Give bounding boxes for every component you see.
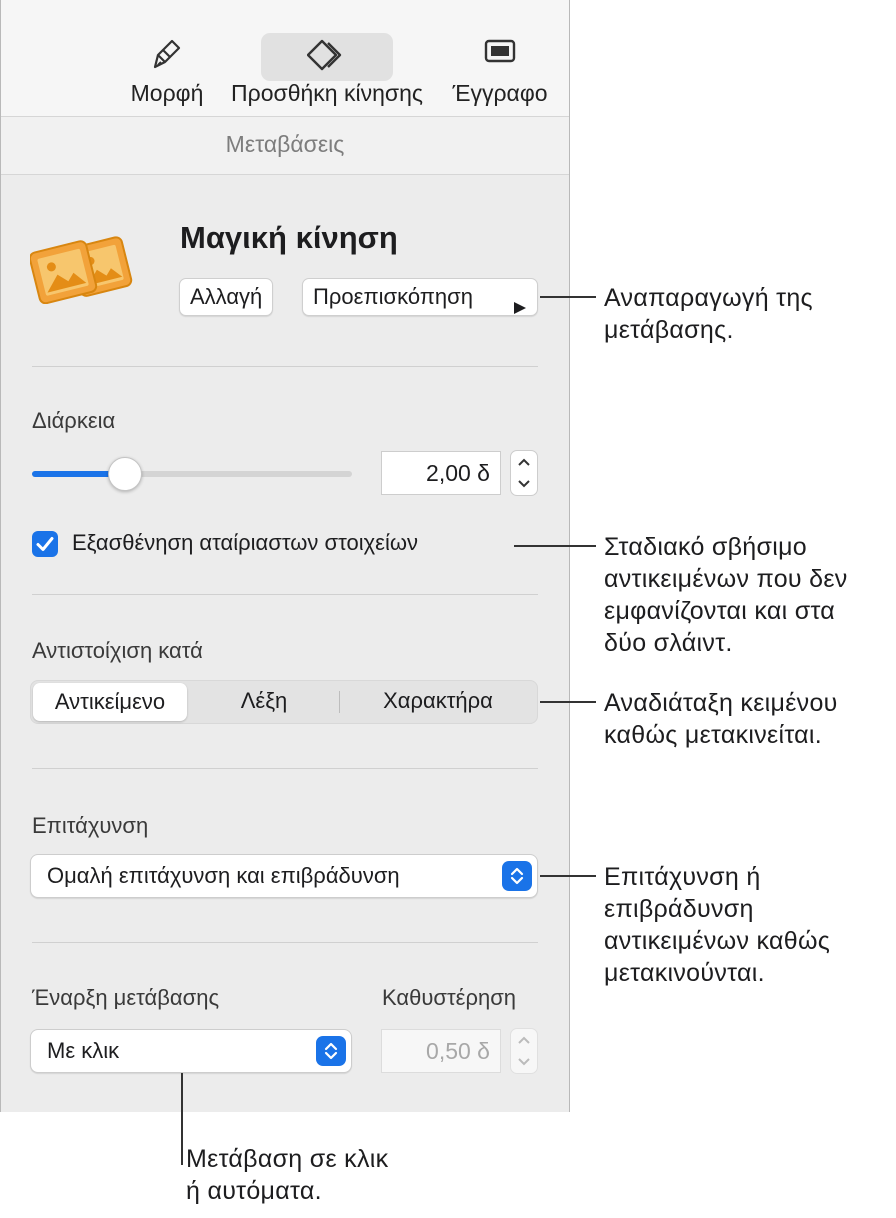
leader-line-match — [540, 701, 596, 703]
fade-checkbox[interactable] — [32, 531, 58, 557]
duration-slider-track[interactable] — [32, 471, 352, 477]
preview-button-label: Προεπισκόπηση — [313, 284, 473, 309]
fade-label[interactable]: Εξασθένηση αταίριαστων στοιχείων — [72, 530, 418, 556]
duration-stepper[interactable] — [510, 450, 538, 496]
segment-object[interactable]: Αντικείμενο — [33, 683, 187, 721]
duration-slider-knob[interactable] — [107, 457, 142, 491]
divider-4 — [32, 942, 538, 943]
acceleration-value: Ομαλή επιτάχυνση και επιβράδυνση — [47, 863, 400, 888]
callout-preview: Αναπαραγωγή της μετάβασης. — [604, 284, 813, 344]
segment-separator — [339, 691, 340, 713]
callout-acceleration: Επιτάχυνση ή επιβράδυνση αντικειμένων καθ… — [604, 863, 831, 987]
magic-move-icon — [28, 232, 134, 305]
leader-line-fade — [514, 545, 596, 547]
segment-character[interactable]: Χαρακτήρα — [343, 681, 533, 723]
divider-3 — [32, 768, 538, 769]
inspector-toolbar: Μορφή Προσθήκη κίνησης Έγγραφο — [1, 0, 569, 117]
callout-fade: Σταδιακό σβήσιμο αντικειμένων που δεν εμφ… — [604, 533, 848, 657]
document-tab[interactable]: Έγγραφο — [447, 0, 553, 116]
preview-button[interactable]: Προεπισκόπηση — [302, 278, 538, 316]
start-popup[interactable]: Με κλικ — [30, 1029, 352, 1073]
leader-line-preview — [540, 296, 596, 298]
format-tab-label: Μορφή — [130, 80, 204, 106]
paintbrush-icon — [152, 38, 182, 77]
play-icon — [513, 290, 527, 326]
duration-label: Διάρκεια — [32, 408, 116, 433]
format-tab[interactable]: Μορφή — [121, 0, 213, 116]
stepper-down-icon — [511, 1051, 537, 1073]
delay-field: 0,50 δ — [381, 1029, 501, 1073]
start-value: Με κλικ — [47, 1038, 120, 1063]
animate-tab-label: Προσθήκη κίνησης — [231, 80, 423, 106]
divider-1 — [32, 366, 538, 367]
tab-transitions[interactable]: Μεταβάσεις — [1, 131, 569, 158]
stepper-up-icon — [511, 1029, 537, 1051]
match-label: Αντιστοίχιση κατά — [32, 638, 203, 663]
delay-label: Καθυστέρηση — [382, 985, 517, 1010]
document-icon — [484, 38, 516, 69]
match-segmented-control: Αντικείμενο Λέξη Χαρακτήρα — [30, 680, 538, 724]
popup-chevron-icon — [316, 1036, 346, 1066]
animate-tab[interactable]: Προσθήκη κίνησης — [219, 0, 435, 116]
leader-line-start — [181, 1073, 183, 1165]
leader-line-acceleration — [540, 875, 596, 877]
duration-field[interactable]: 2,00 δ — [381, 451, 501, 495]
acceleration-label: Επιτάχυνση — [32, 813, 149, 838]
stepper-up-icon[interactable] — [511, 451, 537, 473]
change-button[interactable]: Αλλαγή — [179, 278, 274, 316]
diamond-animate-icon — [306, 38, 347, 77]
transition-title: Μαγική κίνηση — [180, 220, 398, 255]
divider-2 — [32, 594, 538, 595]
delay-stepper — [510, 1028, 538, 1074]
document-tab-label: Έγγραφο — [452, 80, 548, 106]
segment-word[interactable]: Λέξη — [191, 681, 337, 723]
popup-chevron-icon — [502, 861, 532, 891]
callout-match: Αναδιάταξη κειμένου καθώς μετακινείται. — [604, 689, 838, 749]
checkmark-icon — [36, 537, 54, 551]
transitions-tabbar: Μεταβάσεις — [1, 117, 569, 175]
start-label: Έναρξη μετάβασης — [32, 985, 220, 1010]
stepper-down-icon[interactable] — [511, 473, 537, 495]
callout-start: Μετάβαση σε κλικ ή αυτόματα. — [186, 1145, 389, 1205]
acceleration-popup[interactable]: Ομαλή επιτάχυνση και επιβράδυνση — [30, 854, 538, 898]
inspector-panel: Μορφή Προσθήκη κίνησης Έγγραφο Μεταβάσει… — [0, 0, 570, 1112]
